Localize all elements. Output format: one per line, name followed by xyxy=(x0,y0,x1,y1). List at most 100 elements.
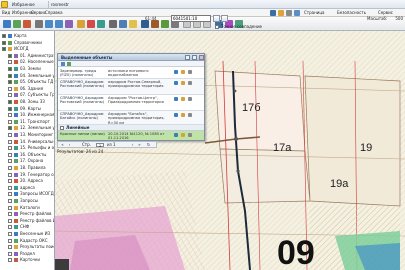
tree-item[interactable]: 13. Мониторинг xyxy=(0,132,54,138)
layer-visibility-checkbox[interactable] xyxy=(8,172,12,177)
tree-item[interactable]: 19. Генератор ор xyxy=(0,172,54,178)
layer-visibility-checkbox[interactable] xyxy=(8,73,12,78)
tree-item[interactable]: 16. Объекты xyxy=(0,152,54,158)
card-object-icon[interactable] xyxy=(188,133,192,137)
card-object-icon[interactable] xyxy=(188,70,192,74)
info-icon[interactable] xyxy=(97,20,105,28)
layer-visibility-checkbox[interactable] xyxy=(8,199,12,203)
layer-visibility-checkbox[interactable] xyxy=(8,205,12,210)
menu-view[interactable]: Вид xyxy=(2,9,10,17)
refresh-icon[interactable] xyxy=(13,20,21,28)
zoom-extent-icon[interactable] xyxy=(65,20,73,28)
layer-visibility-checkbox[interactable] xyxy=(8,225,12,230)
layer-visibility-checkbox[interactable] xyxy=(8,159,12,164)
tree-item[interactable]: 03. Земли xyxy=(0,66,54,72)
info-object-icon[interactable] xyxy=(181,133,185,137)
zoom-to-object-icon[interactable] xyxy=(174,97,178,101)
layer-visibility-checkbox[interactable] xyxy=(2,34,6,38)
info-object-icon[interactable] xyxy=(181,70,185,74)
tree-item[interactable]: Реестр файлов xyxy=(0,211,54,217)
layer-visibility-checkbox[interactable] xyxy=(8,119,12,124)
minimize-icon[interactable] xyxy=(185,55,190,60)
list-item[interactable]: СПРАВОЧНО_Аэродром Ростовский (полигоны)… xyxy=(58,79,204,95)
tree-item[interactable]: 04. Земельные уч xyxy=(0,73,54,79)
zoom-to-object-icon[interactable] xyxy=(174,113,178,117)
card-object-icon[interactable] xyxy=(188,81,192,85)
group-toggle-icon[interactable] xyxy=(60,126,64,130)
layer-visibility-checkbox[interactable] xyxy=(8,232,12,236)
tree-item[interactable]: 14. Универсальные xyxy=(0,139,54,145)
tree-item[interactable]: ИСОГД xyxy=(0,46,54,52)
zoom-in-icon[interactable] xyxy=(45,20,53,28)
next-page-button[interactable]: › xyxy=(130,143,135,147)
layer-visibility-checkbox[interactable] xyxy=(8,212,12,217)
layer-visibility-checkbox[interactable] xyxy=(8,185,12,190)
tree-item[interactable]: Справочники xyxy=(0,40,54,46)
list-item[interactable]: СПРАВОЧНО_Аэродром Батайск (полигоны) Аэр… xyxy=(58,111,204,125)
tree-item[interactable]: Кадастр ОКС xyxy=(0,238,54,244)
tree-item[interactable]: 01. Административн xyxy=(0,53,54,59)
maximize-icon[interactable] xyxy=(192,55,197,60)
print-map-icon[interactable] xyxy=(119,20,127,28)
menu-tools[interactable]: Сервис xyxy=(31,9,46,17)
card-object-icon[interactable] xyxy=(188,113,192,117)
clear-selection-icon[interactable] xyxy=(87,20,95,28)
layer-visibility-checkbox[interactable] xyxy=(8,139,12,144)
layer-visibility-checkbox[interactable] xyxy=(8,245,12,250)
tree-item[interactable]: Карта xyxy=(0,33,54,39)
export-selection-icon[interactable] xyxy=(67,62,71,66)
layer-visibility-checkbox[interactable] xyxy=(8,67,12,71)
browser-tab[interactable]: rosreestr xyxy=(48,1,71,8)
layer-visibility-checkbox[interactable] xyxy=(8,133,12,137)
layer-visibility-checkbox[interactable] xyxy=(8,126,12,131)
tree-item[interactable]: Внесенные ИЗ xyxy=(0,231,54,237)
tree-item[interactable]: Реестр файлов ИСОГД xyxy=(0,218,54,224)
layer-visibility-checkbox[interactable] xyxy=(8,113,12,118)
info-object-icon[interactable] xyxy=(181,81,185,85)
panel-header[interactable]: Выделенные объекты xyxy=(58,54,204,61)
layer-visibility-checkbox[interactable] xyxy=(8,86,12,91)
stop-icon[interactable] xyxy=(23,20,31,28)
tree-item[interactable]: 11. Транспорт xyxy=(0,119,54,125)
layer-visibility-checkbox[interactable] xyxy=(8,258,12,263)
favorites-star-icon[interactable] xyxy=(1,1,8,8)
select-icon[interactable] xyxy=(77,20,85,28)
layer-visibility-checkbox[interactable] xyxy=(8,251,12,256)
tree-item[interactable]: 12. Земельные уч xyxy=(0,125,54,131)
last-page-button[interactable]: » xyxy=(137,143,142,147)
tree-item[interactable]: 15. Рельефы и ок xyxy=(0,145,54,151)
exact-match-checkbox[interactable] xyxy=(215,25,219,29)
layer-visibility-checkbox[interactable] xyxy=(2,47,6,52)
tree-item[interactable]: 18. Правила xyxy=(0,165,54,171)
list-item[interactable]: СПРАВОЧНО_Аэродром Ростовский (полигоны)… xyxy=(58,95,204,111)
layer-visibility-checkbox[interactable] xyxy=(8,106,12,111)
pan-icon[interactable] xyxy=(35,20,43,28)
menu-help[interactable]: Справка xyxy=(45,9,63,17)
list-item[interactable]: Зарезервир. треды (FIZ0) (полигоны) источ… xyxy=(58,68,204,79)
tree-item[interactable]: Запросы ИСОГД xyxy=(0,191,54,197)
zoom-out-icon[interactable] xyxy=(55,20,63,28)
tree-item[interactable]: 20. Адреса xyxy=(0,178,54,184)
zoom-to-selection-icon[interactable] xyxy=(61,62,65,66)
layer-visibility-checkbox[interactable] xyxy=(8,60,12,65)
layer-visibility-checkbox[interactable] xyxy=(8,146,12,151)
cadastral-number-input[interactable] xyxy=(171,15,211,22)
search-button[interactable] xyxy=(213,15,220,22)
layer-visibility-checkbox[interactable] xyxy=(8,166,12,170)
tree-item[interactable]: Результаты поиска xyxy=(0,244,54,250)
list-item-red-lines[interactable]: Красные линии (линии) 20.10.2014 №1120, … xyxy=(58,131,204,140)
scale-value[interactable]: 500 xyxy=(385,15,403,22)
layer-visibility-checkbox[interactable] xyxy=(8,100,12,104)
tree-item[interactable]: Карточки xyxy=(0,257,54,263)
layer-visibility-checkbox[interactable] xyxy=(8,53,12,58)
layer-visibility-checkbox[interactable] xyxy=(8,238,12,243)
tree-item[interactable]: Каталоги xyxy=(0,205,54,211)
prev-page-button[interactable]: ‹ xyxy=(67,143,72,147)
layer-visibility-checkbox[interactable] xyxy=(8,80,12,85)
tree-item[interactable]: адреса xyxy=(0,185,54,191)
layer-visibility-checkbox[interactable] xyxy=(8,179,12,184)
layer-visibility-checkbox[interactable] xyxy=(8,192,12,197)
zoom-to-object-icon[interactable] xyxy=(174,70,178,74)
layer-visibility-checkbox[interactable] xyxy=(8,152,12,157)
page-input[interactable]: 1 xyxy=(96,143,104,148)
